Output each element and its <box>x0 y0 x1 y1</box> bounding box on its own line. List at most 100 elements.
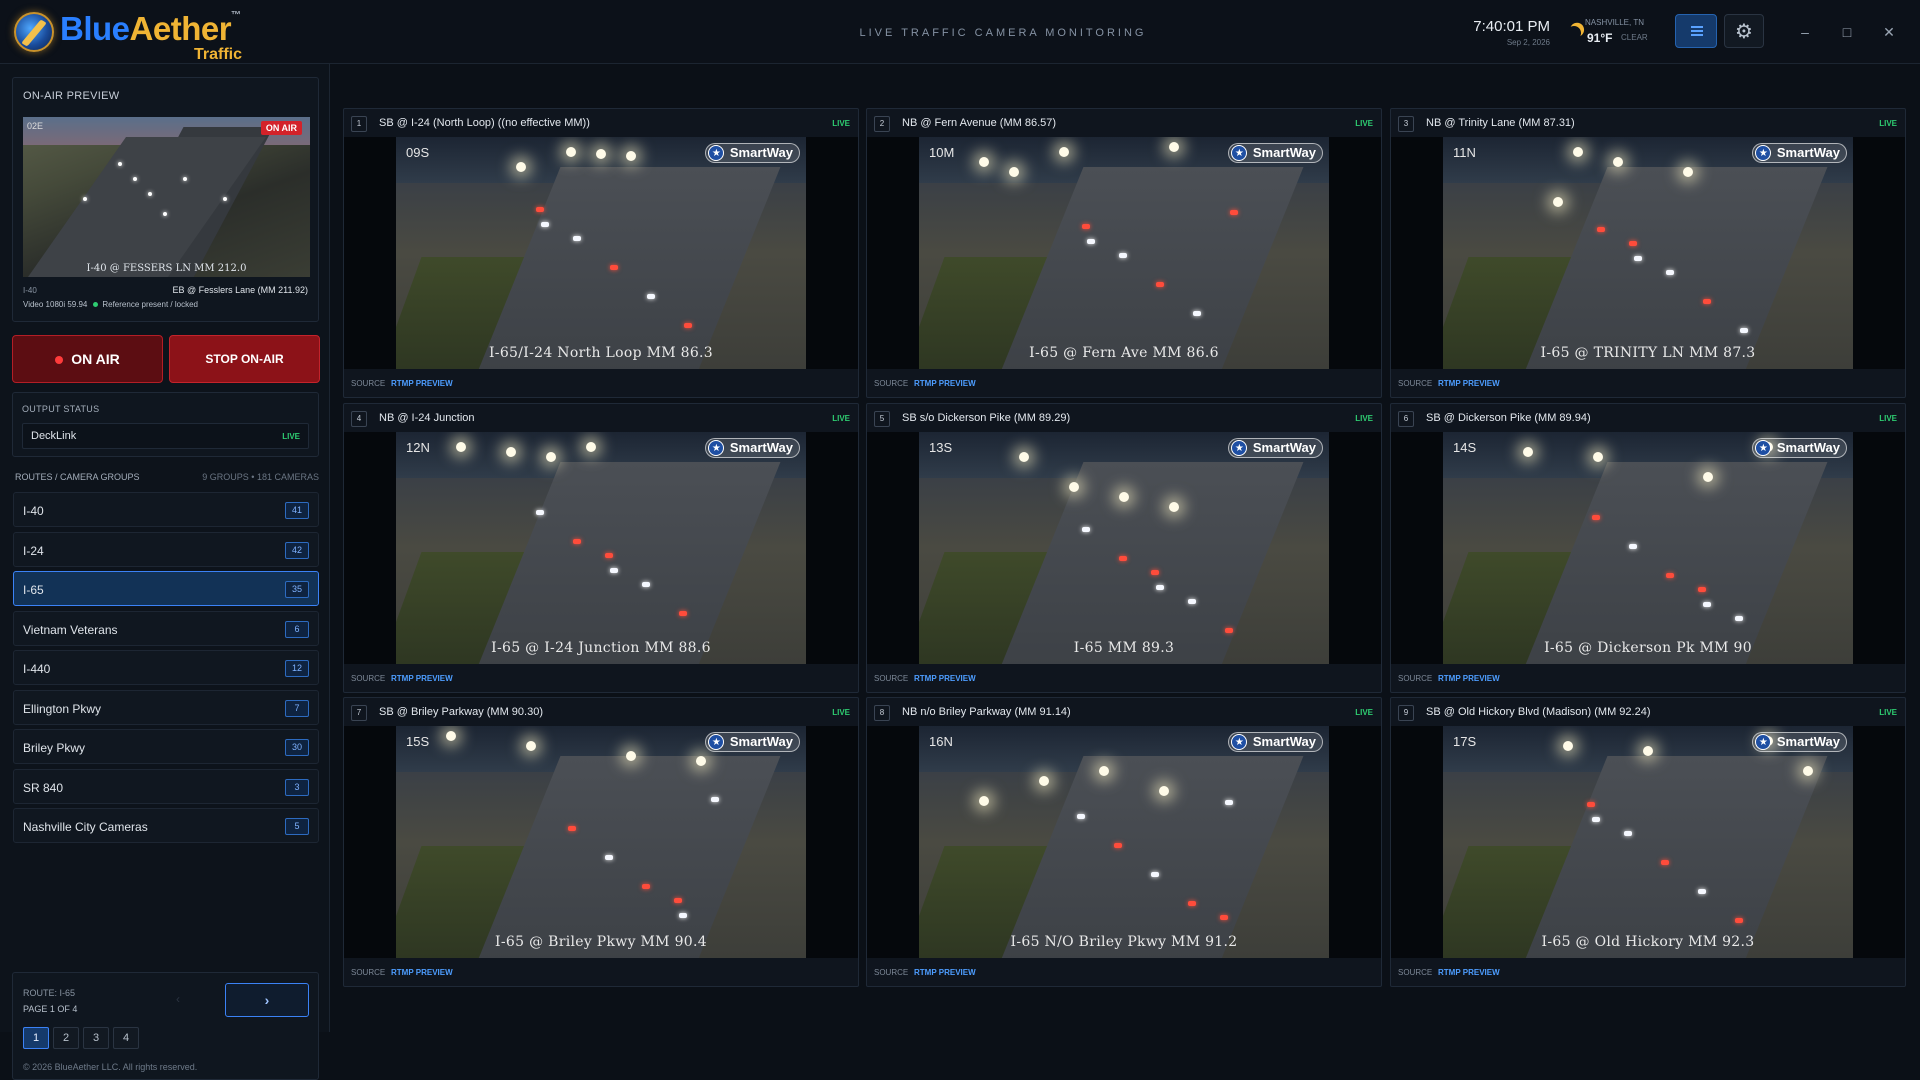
next-page-button[interactable]: › <box>225 983 309 1017</box>
rtmp-preview-link[interactable]: RTMP PREVIEW <box>1438 968 1500 977</box>
camera-view[interactable]: 14S SmartWay I-65 @ Dickerson Pk MM 90 <box>1391 432 1905 664</box>
camera-footer: SOURCE RTMP PREVIEW <box>867 958 1381 986</box>
camera-view[interactable]: 15S SmartWay I-65 @ Briley Pkwy MM 90.4 <box>344 726 858 958</box>
rtmp-preview-link[interactable]: RTMP PREVIEW <box>391 968 453 977</box>
vehicle-light <box>647 294 655 299</box>
camera-footer: SOURCE RTMP PREVIEW <box>867 664 1381 692</box>
vehicle-light <box>1220 915 1228 920</box>
prev-page-button[interactable]: ‹ <box>168 986 188 1012</box>
copyright: © 2026 BlueAether LLC. All rights reserv… <box>23 1062 198 1072</box>
camera-feed-image: 11N SmartWay I-65 @ TRINITY LN MM 87.3 <box>1443 137 1853 369</box>
route-item-briley-pkwy[interactable]: Briley Pkwy 30 <box>13 729 319 764</box>
tennessee-seal-icon <box>707 734 724 752</box>
preview-title: ON-AIR PREVIEW <box>23 90 120 102</box>
camera-view[interactable]: 13S SmartWay I-65 MM 89.3 <box>867 432 1381 664</box>
camera-footer: SOURCE RTMP PREVIEW <box>1391 958 1905 986</box>
vehicle-light <box>1151 570 1159 575</box>
page-number-list: 1234 <box>23 1027 143 1049</box>
camera-footer: SOURCE RTMP PREVIEW <box>344 369 858 397</box>
rtmp-preview-link[interactable]: RTMP PREVIEW <box>914 968 976 977</box>
camera-tile[interactable]: 3 NB @ Trinity Lane (MM 87.31) LIVE 11N … <box>1390 108 1906 398</box>
vehicle-light <box>1082 527 1090 532</box>
camera-title: SB @ Old Hickory Blvd (Madison) (MM 92.2… <box>1426 706 1651 718</box>
minimize-button[interactable]: – <box>1795 22 1815 42</box>
street-light <box>516 162 526 172</box>
street-light <box>1593 452 1603 462</box>
route-item-label: Ellington Pkwy <box>23 701 102 716</box>
camera-tile[interactable]: 6 SB @ Dickerson Pike (MM 89.94) LIVE 14… <box>1390 403 1906 693</box>
camera-tile[interactable]: 4 NB @ I-24 Junction LIVE 12N SmartWay I… <box>343 403 859 693</box>
settings-button[interactable]: ⚙ <box>1724 14 1764 48</box>
preview-route: I-40 <box>23 286 37 295</box>
close-button[interactable]: ✕ <box>1879 22 1899 42</box>
tennessee-seal-icon <box>707 145 724 163</box>
stop-on-air-button[interactable]: STOP ON-AIR <box>169 335 320 383</box>
camera-id-overlay: 16N <box>929 734 953 749</box>
street-light <box>1563 741 1573 751</box>
route-item-label: Vietnam Veterans <box>23 622 118 637</box>
route-item-vietnam-veterans[interactable]: Vietnam Veterans 6 <box>13 610 319 646</box>
vehicle-light <box>605 855 613 860</box>
on-air-badge: ON AIR <box>260 121 302 135</box>
weather-city: NASHVILLE, TN <box>1585 18 1644 27</box>
street-light <box>566 147 576 157</box>
camera-view[interactable]: 10M SmartWay I-65 @ Fern Ave MM 86.6 <box>867 137 1381 369</box>
preview-meta: Video 1080i 59.94 Reference present / loc… <box>23 300 198 309</box>
route-item-nashville-city-cameras[interactable]: Nashville City Cameras 5 <box>13 808 319 843</box>
route-item-i-40[interactable]: I-40 41 <box>13 492 319 527</box>
app-header: BlueAether™ Traffic LIVE TRAFFIC CAMERA … <box>0 0 1920 64</box>
route-item-count: 12 <box>285 660 309 677</box>
rtmp-preview-link[interactable]: RTMP PREVIEW <box>1438 379 1500 388</box>
camera-tile[interactable]: 5 SB s/o Dickerson Pike (MM 89.29) LIVE … <box>866 403 1382 693</box>
output-device-row: DeckLink LIVE <box>22 423 309 449</box>
page-button-1[interactable]: 1 <box>23 1027 49 1049</box>
route-item-ellington-pkwy[interactable]: Ellington Pkwy 7 <box>13 689 319 725</box>
page-button-4[interactable]: 4 <box>113 1027 139 1049</box>
camera-tile[interactable]: 7 SB @ Briley Parkway (MM 90.30) LIVE 15… <box>343 697 859 987</box>
route-item-i-65[interactable]: I-65 35 <box>13 571 319 606</box>
street-light <box>696 756 706 766</box>
on-air-preview-image[interactable]: 02E ON AIR I-40 @ FESSERS LN MM 212.0 <box>23 117 310 277</box>
rtmp-preview-link[interactable]: RTMP PREVIEW <box>391 379 453 388</box>
street-light <box>1159 786 1169 796</box>
camera-view[interactable]: 09S SmartWay I-65/I-24 North Loop MM 86.… <box>344 137 858 369</box>
on-air-button[interactable]: ON AIR <box>12 335 163 383</box>
rtmp-preview-link[interactable]: RTMP PREVIEW <box>914 674 976 683</box>
vehicle-light <box>1119 253 1127 258</box>
camera-view[interactable]: 11N SmartWay I-65 @ TRINITY LN MM 87.3 <box>1391 137 1905 369</box>
smartway-watermark: SmartWay <box>1227 732 1323 752</box>
camera-tile[interactable]: 9 SB @ Old Hickory Blvd (Madison) (MM 92… <box>1390 697 1906 987</box>
camera-feed-image: 15S SmartWay I-65 @ Briley Pkwy MM 90.4 <box>396 726 806 958</box>
vehicle-light <box>1188 599 1196 604</box>
camera-id-overlay: 10M <box>929 145 955 160</box>
camera-view[interactable]: 17S SmartWay I-65 @ Old Hickory MM 92.3 <box>1391 726 1905 958</box>
route-item-label: I-65 <box>23 583 44 597</box>
vehicle-light <box>610 265 618 270</box>
camera-view[interactable]: 16N SmartWay I-65 N/O Briley Pkwy MM 91.… <box>867 726 1381 958</box>
page-button-3[interactable]: 3 <box>83 1027 109 1049</box>
rtmp-preview-link[interactable]: RTMP PREVIEW <box>391 674 453 683</box>
smartway-label: SmartWay <box>1776 734 1840 749</box>
smartway-label: SmartWay <box>729 734 793 749</box>
rtmp-preview-link[interactable]: RTMP PREVIEW <box>914 379 976 388</box>
camera-tile[interactable]: 8 NB n/o Briley Parkway (MM 91.14) LIVE … <box>866 697 1382 987</box>
camera-id-overlay: 15S <box>406 734 430 749</box>
grid-view-button[interactable] <box>1675 14 1717 48</box>
route-item-count: 42 <box>285 541 309 559</box>
camera-view[interactable]: 12N SmartWay I-65 @ I-24 Junction MM 88.… <box>344 432 858 664</box>
page-button-2[interactable]: 2 <box>53 1027 79 1049</box>
camera-caption: I-65 MM 89.3 <box>1073 640 1175 656</box>
vehicle-light <box>568 826 576 831</box>
smartway-label: SmartWay <box>1252 734 1316 749</box>
camera-number: 3 <box>1398 116 1414 132</box>
vehicle-light <box>674 898 682 903</box>
rtmp-preview-link[interactable]: RTMP PREVIEW <box>1438 674 1500 683</box>
maximize-button[interactable]: □ <box>1837 22 1857 42</box>
route-item-i-440[interactable]: I-440 12 <box>13 650 319 685</box>
street-light <box>1009 167 1019 177</box>
tennessee-seal-icon <box>707 440 724 458</box>
route-item-i-24[interactable]: I-24 42 <box>13 531 319 567</box>
route-item-sr-840[interactable]: SR 840 3 <box>13 768 319 804</box>
camera-tile[interactable]: 1 SB @ I-24 (North Loop) ((no effective … <box>343 108 859 398</box>
camera-tile[interactable]: 2 NB @ Fern Avenue (MM 86.57) LIVE 10M S… <box>866 108 1382 398</box>
